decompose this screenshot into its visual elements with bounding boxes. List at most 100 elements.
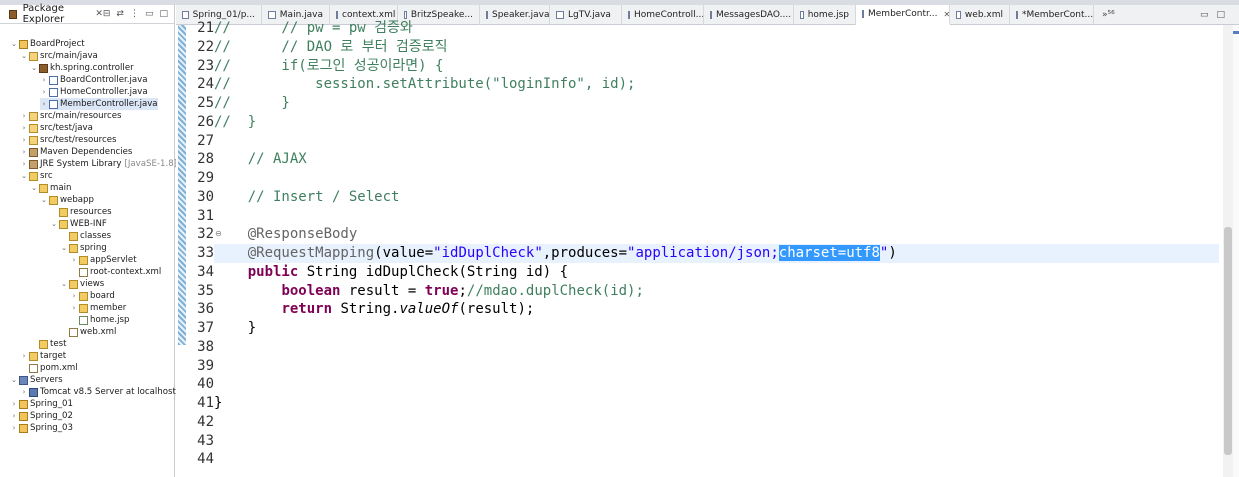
editor-tab[interactable]: home.jsp: [794, 5, 856, 25]
tree-item[interactable]: ⌄ BoardProject: [10, 38, 85, 50]
tree-item[interactable]: root-context.xml: [70, 266, 161, 278]
collapse-arrow-icon[interactable]: ›: [20, 124, 28, 132]
code-line[interactable]: public String idDuplCheck(String id) {: [214, 263, 568, 282]
code-line[interactable]: // }: [214, 113, 256, 132]
collapse-arrow-icon[interactable]: ›: [20, 136, 28, 144]
tree-item[interactable]: ⌄ webapp: [40, 194, 94, 206]
code-line[interactable]: // // DAO 로 부터 검증로직: [214, 38, 447, 57]
close-icon[interactable]: ✕: [95, 9, 103, 19]
code-area[interactable]: // // pw = pw 검증와// // DAO 로 부터 검증로직// i…: [214, 20, 1219, 477]
editor-tab[interactable]: *MemberCont...: [1010, 5, 1094, 25]
tree-item[interactable]: › BoardController.java: [40, 74, 148, 86]
code-line[interactable]: @ResponseBody: [214, 225, 358, 244]
collapse-arrow-icon[interactable]: ›: [40, 100, 48, 108]
collapse-all-icon[interactable]: ⊟: [103, 9, 111, 19]
editor-tab[interactable]: LgTV.java: [550, 5, 622, 25]
collapse-arrow-icon[interactable]: ›: [20, 352, 28, 360]
more-tabs-button[interactable]: »⁵⁶: [1094, 5, 1115, 24]
code-line[interactable]: boolean result = true;//mdao.duplCheck(i…: [214, 282, 643, 301]
expand-arrow-icon[interactable]: ⌄: [60, 280, 68, 288]
tree-item[interactable]: › Spring_03: [10, 422, 73, 434]
expand-arrow-icon[interactable]: ⌄: [30, 64, 38, 72]
scrollbar-thumb[interactable]: [1224, 227, 1232, 455]
link-editor-icon[interactable]: ⇄: [116, 9, 124, 19]
project-icon: [19, 411, 28, 421]
editor-tab[interactable]: web.xml: [950, 5, 1010, 25]
code-line[interactable]: // }: [214, 94, 290, 113]
collapse-arrow-icon[interactable]: ›: [40, 76, 48, 84]
collapse-arrow-icon[interactable]: ›: [20, 112, 28, 120]
tree-item[interactable]: ⌄ main: [30, 182, 71, 194]
collapse-arrow-icon[interactable]: ›: [10, 424, 18, 432]
collapse-arrow-icon[interactable]: ›: [20, 388, 28, 396]
tree-item[interactable]: › src/test/resources: [20, 134, 117, 146]
tree-item[interactable]: ⌄ src: [20, 170, 52, 182]
minimize-editor-icon[interactable]: ▭: [1200, 10, 1209, 20]
collapse-arrow-icon[interactable]: ›: [70, 304, 78, 312]
vertical-scrollbar[interactable]: [1223, 25, 1233, 477]
code-line[interactable]: // session.setAttribute("loginInfo", id)…: [214, 75, 635, 94]
tree-item[interactable]: › src/test/java: [20, 122, 93, 134]
package-explorer-title[interactable]: Package Explorer: [23, 3, 92, 25]
expand-arrow-icon[interactable]: ⌄: [60, 244, 68, 252]
tree-item[interactable]: ⌄ views: [60, 278, 104, 290]
tree-item[interactable]: web.xml: [60, 326, 116, 338]
tree-item[interactable]: › board: [70, 290, 115, 302]
code-line[interactable]: }: [214, 394, 222, 413]
tree-item[interactable]: › JRE System Library [JavaSE-1.8]: [20, 158, 177, 170]
collapse-arrow-icon[interactable]: ›: [10, 400, 18, 408]
tree-item[interactable]: › appServlet: [70, 254, 137, 266]
editor-tab-label: web.xml: [964, 10, 1003, 20]
code-line[interactable]: // Insert / Select: [214, 188, 400, 207]
code-line[interactable]: return String.valueOf(result);: [214, 300, 534, 319]
collapse-arrow-icon[interactable]: ›: [10, 412, 18, 420]
expand-arrow-icon[interactable]: ⌄: [40, 196, 48, 204]
maximize-editor-icon[interactable]: □: [1216, 10, 1225, 20]
tree-item[interactable]: ⌄ WEB-INF: [50, 218, 107, 230]
tree-item[interactable]: › HomeController.java: [40, 86, 148, 98]
editor-tab[interactable]: MessagesDAO....: [704, 5, 794, 25]
tree-item[interactable]: home.jsp: [70, 314, 129, 326]
collapse-arrow-icon[interactable]: ›: [20, 148, 28, 156]
tree-item[interactable]: › Maven Dependencies: [20, 146, 133, 158]
editor-tab[interactable]: MemberContr... ✕: [856, 5, 950, 25]
tree-item[interactable]: resources: [50, 206, 112, 218]
code-editor[interactable]: 21 22 23 24 25 26 27 28 29 30 31 32 ⊖ 33 34 35 36 37 38 39 4…: [176, 20, 1239, 477]
code-line[interactable]: // if(로그인 성공이라면) {: [214, 57, 443, 76]
tree-item[interactable]: ⌄ src/main/java: [20, 50, 98, 62]
tree-item[interactable]: › Spring_02: [10, 410, 73, 422]
collapse-arrow-icon[interactable]: ›: [70, 292, 78, 300]
tree-item[interactable]: › src/main/resources: [20, 110, 122, 122]
editor-tab[interactable]: HomeControll...: [622, 5, 704, 25]
code-line[interactable]: // // pw = pw 검증와: [214, 19, 413, 38]
expand-arrow-icon[interactable]: ⌄: [30, 184, 38, 192]
tree-item[interactable]: classes: [60, 230, 111, 242]
code-line[interactable]: // AJAX: [214, 150, 307, 169]
tree-item[interactable]: › member: [70, 302, 127, 314]
tree-item[interactable]: › MemberController.java: [40, 98, 158, 110]
overview-ruler[interactable]: [1233, 25, 1239, 477]
maximize-icon[interactable]: □: [159, 9, 168, 19]
code-line[interactable]: }: [214, 319, 256, 338]
expand-arrow-icon[interactable]: ⌄: [20, 172, 28, 180]
expand-arrow-icon[interactable]: ⌄: [10, 376, 18, 384]
minimize-icon[interactable]: ▭: [145, 9, 154, 19]
overview-marker[interactable]: [1233, 31, 1239, 34]
editor-tab[interactable]: Speaker.java: [480, 5, 550, 25]
view-menu-icon[interactable]: ⋮: [130, 9, 139, 19]
code-line[interactable]: @RequestMapping(value="idDuplCheck",prod…: [214, 244, 897, 263]
tree-item[interactable]: ⌄ spring: [60, 242, 107, 254]
expand-arrow-icon[interactable]: ⌄: [50, 220, 58, 228]
tree-item[interactable]: › Tomcat v8.5 Server at localhost-cor: [20, 386, 193, 398]
tree-item[interactable]: ⌄ Servers: [10, 374, 63, 386]
collapse-arrow-icon[interactable]: ›: [70, 256, 78, 264]
collapse-arrow-icon[interactable]: ›: [40, 88, 48, 96]
expand-arrow-icon[interactable]: ⌄: [20, 52, 28, 60]
tree-item[interactable]: test: [30, 338, 67, 350]
tree-item[interactable]: ⌄ kh.spring.controller: [30, 62, 134, 74]
tree-item[interactable]: › target: [20, 350, 67, 362]
collapse-arrow-icon[interactable]: ›: [20, 160, 28, 168]
expand-arrow-icon[interactable]: ⌄: [10, 40, 18, 48]
tree-item[interactable]: › Spring_01: [10, 398, 73, 410]
tree-item[interactable]: pom.xml: [20, 362, 78, 374]
